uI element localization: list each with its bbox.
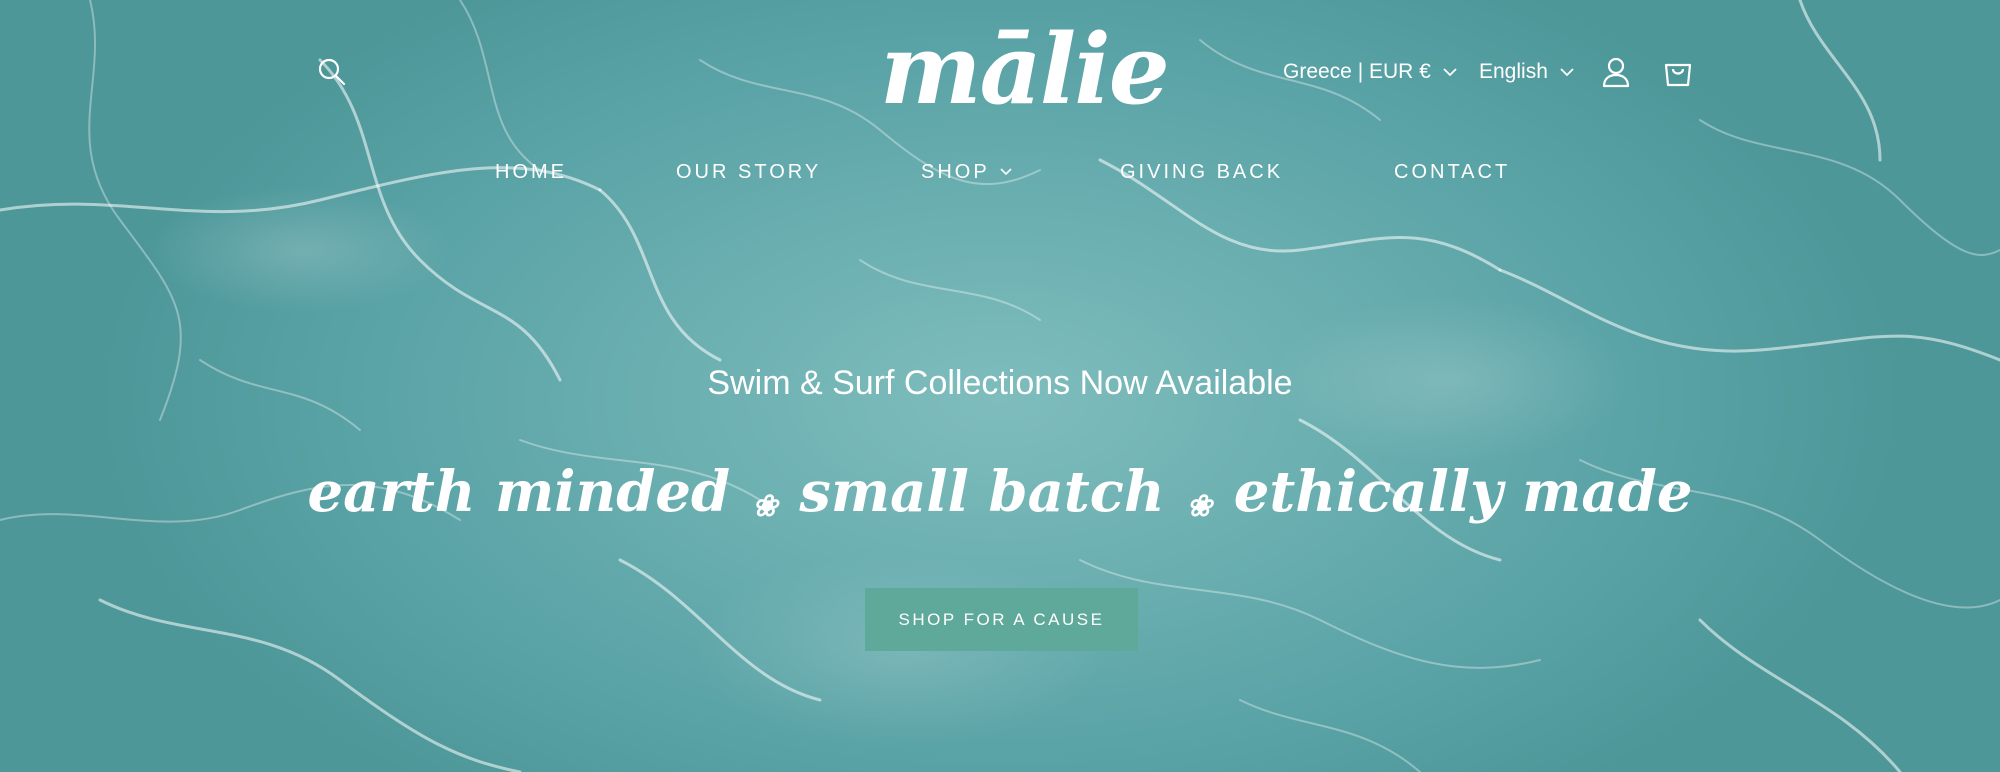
cart-icon: [1664, 63, 1692, 87]
chevron-down-icon: [1443, 67, 1457, 77]
country-currency-selector[interactable]: Greece | EUR €: [1283, 56, 1457, 88]
brand-logo[interactable]: mālie: [880, 10, 1170, 130]
cart-button[interactable]: [1656, 50, 1700, 94]
tagline-small-batch: small batch: [799, 459, 1165, 525]
flower-icon: ❀: [752, 488, 778, 524]
nav-contact[interactable]: CONTACT: [1394, 156, 1510, 188]
search-icon: [318, 58, 346, 86]
hero-subtitle: Swim & Surf Collections Now Available: [707, 364, 1293, 402]
tagline-earth-minded: earth minded: [307, 459, 731, 525]
hero-tagline: earth minded ❀ small batch ❀ ethically m…: [0, 452, 2000, 532]
account-icon: [1602, 57, 1630, 88]
tagline-ethically-made: ethically made: [1233, 459, 1693, 525]
nav-shop-label: SHOP: [921, 160, 990, 183]
flower-icon: ❀: [1186, 488, 1212, 524]
main-navigation: HOME OUR STORY SHOP GIVING BACK CONTACT: [0, 156, 2000, 188]
search-button[interactable]: [312, 52, 352, 92]
nav-giving-back[interactable]: GIVING BACK: [1120, 156, 1283, 188]
language-selector[interactable]: English: [1479, 56, 1574, 88]
shop-for-a-cause-button[interactable]: SHOP FOR A CAUSE: [865, 588, 1138, 651]
chevron-down-icon: [1000, 168, 1012, 176]
nav-our-story[interactable]: OUR STORY: [676, 156, 821, 188]
country-currency-label: Greece | EUR €: [1283, 60, 1431, 83]
nav-shop[interactable]: SHOP: [921, 156, 1012, 188]
account-button[interactable]: [1596, 52, 1636, 92]
language-label: English: [1479, 60, 1548, 83]
nav-home[interactable]: HOME: [495, 156, 567, 188]
chevron-down-icon: [1560, 67, 1574, 77]
